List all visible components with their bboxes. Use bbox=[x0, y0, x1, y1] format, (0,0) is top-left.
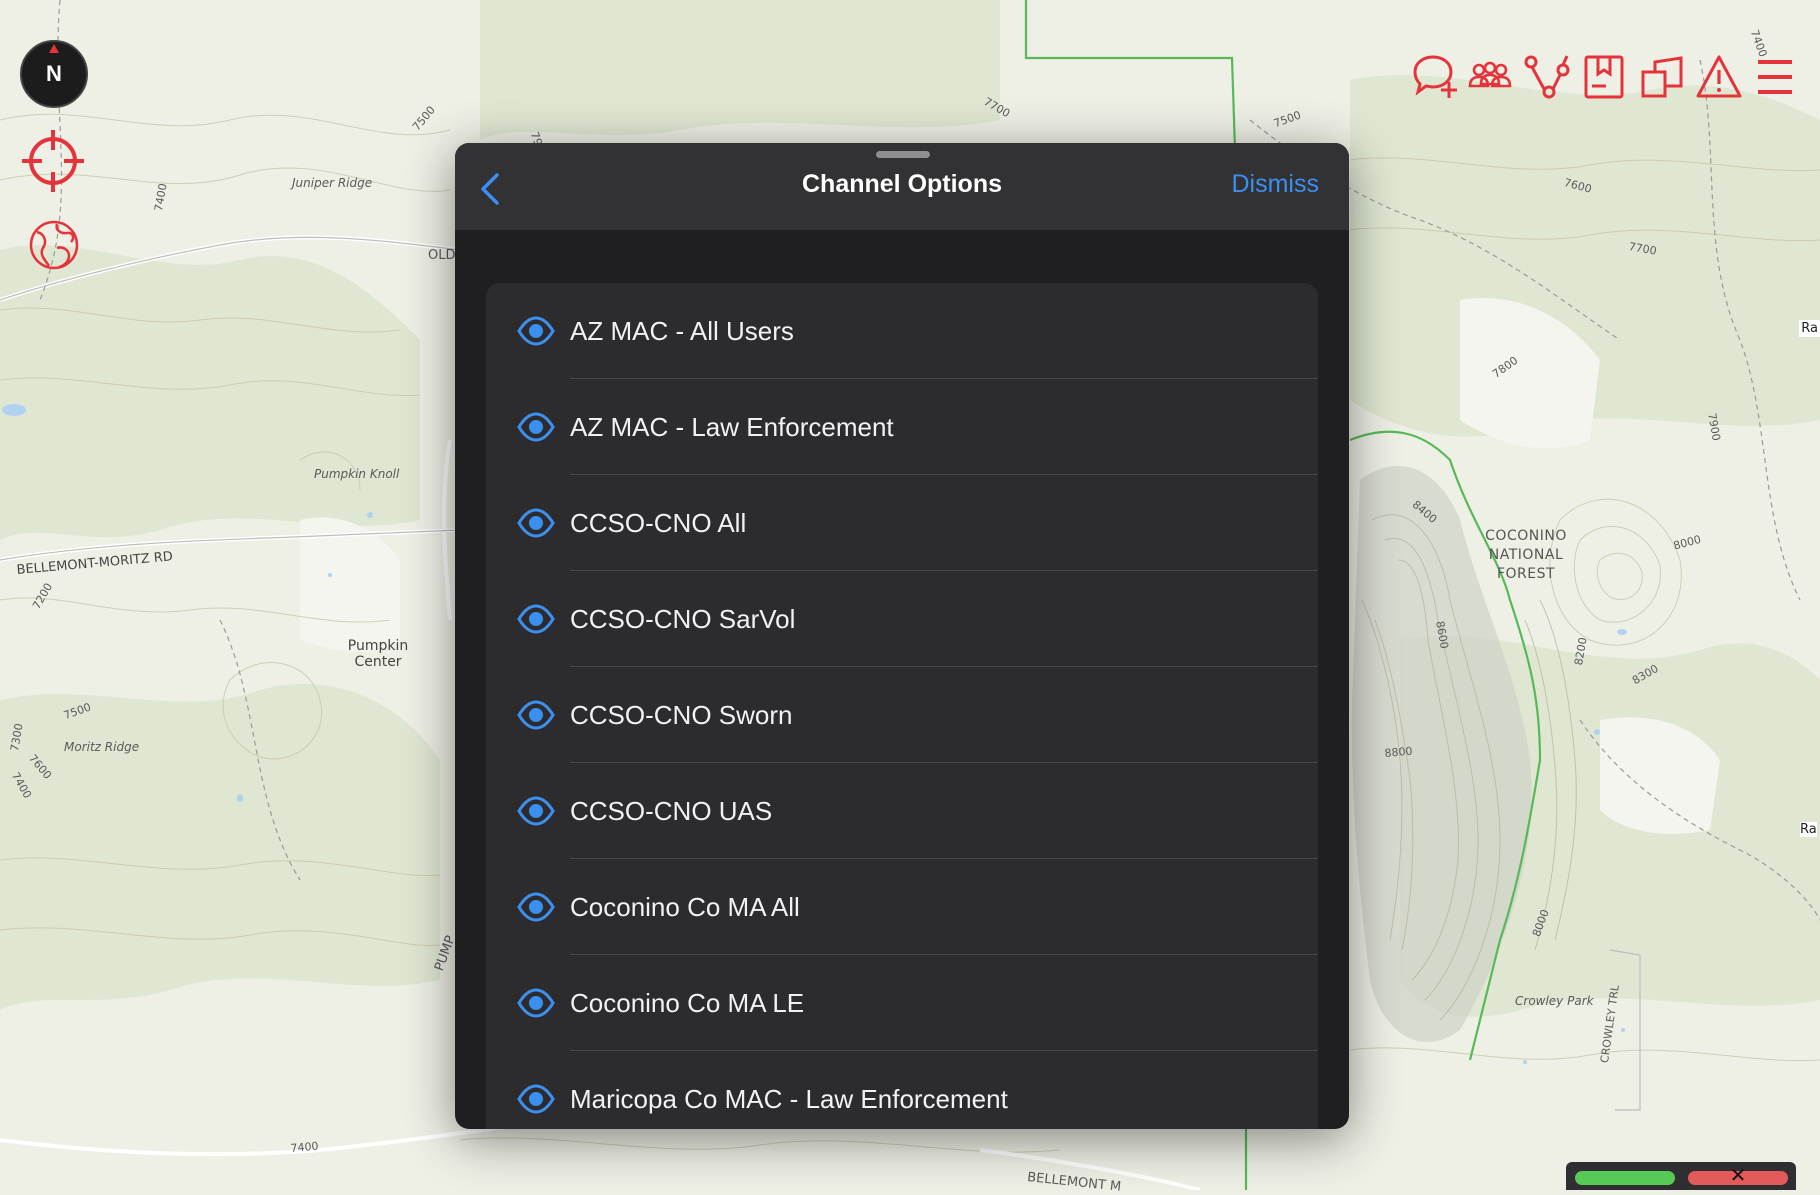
channel-row[interactable]: AZ MAC - All Users bbox=[486, 283, 1318, 379]
data-package-button[interactable] bbox=[1580, 52, 1630, 102]
channel-options-sheet: Channel Options Dismiss AZ MAC - All Use… bbox=[455, 143, 1349, 1129]
top-toolbar bbox=[1404, 52, 1820, 102]
channel-list: AZ MAC - All Users AZ MAC - Law Enforcem… bbox=[486, 283, 1318, 1129]
map-label-pumpkin-center-line1: Pumpkin bbox=[347, 638, 409, 654]
eye-icon[interactable] bbox=[517, 604, 555, 634]
channel-row[interactable]: CCSO-CNO SarVol bbox=[486, 571, 1318, 667]
sheet-title: Channel Options bbox=[802, 170, 1002, 198]
channel-label: Coconino Co MA LE bbox=[570, 988, 805, 1018]
channel-row[interactable]: Coconino Co MA LE bbox=[486, 955, 1318, 1051]
channel-label: Coconino Co MA All bbox=[570, 892, 800, 922]
group-people-icon bbox=[1468, 61, 1512, 88]
eye-icon[interactable] bbox=[517, 892, 555, 922]
menu-button[interactable] bbox=[1751, 52, 1801, 102]
hamburger-menu-icon bbox=[1758, 60, 1792, 94]
sheet-grabber-handle[interactable] bbox=[876, 151, 930, 158]
map-label-edge-right: Ra bbox=[1799, 320, 1820, 337]
dismiss-button[interactable]: Dismiss bbox=[1232, 170, 1320, 199]
map-label-coconino-line2: NATIONAL bbox=[1488, 547, 1564, 563]
channel-label: CCSO-CNO Sworn bbox=[570, 700, 793, 730]
elevation-label: 7400 bbox=[290, 1139, 320, 1155]
eye-icon[interactable] bbox=[517, 1084, 555, 1114]
compass-label: N bbox=[46, 61, 62, 86]
elevation-label: 8800 bbox=[1384, 744, 1414, 760]
package-icon bbox=[1584, 55, 1624, 99]
map-label-pumpkin-center: Pumpkin Center bbox=[338, 638, 418, 670]
eye-icon[interactable] bbox=[517, 412, 555, 442]
eye-icon[interactable] bbox=[517, 796, 555, 826]
overlays-button[interactable] bbox=[1637, 52, 1687, 102]
map-label-juniper-ridge: Juniper Ridge bbox=[292, 176, 373, 190]
channel-row[interactable]: CCSO-CNO All bbox=[486, 475, 1318, 571]
eye-icon[interactable] bbox=[517, 988, 555, 1018]
eye-icon[interactable] bbox=[517, 508, 555, 538]
layers-overlay-icon bbox=[1641, 56, 1683, 98]
route-button[interactable] bbox=[1523, 52, 1573, 102]
channel-label: CCSO-CNO SarVol bbox=[570, 604, 796, 634]
map-label-pumpkin-center-line2: Center bbox=[354, 654, 402, 670]
map-label-coconino-line3: FOREST bbox=[1496, 566, 1556, 582]
crosshair-icon bbox=[22, 130, 84, 192]
channel-label: AZ MAC - Law Enforcement bbox=[570, 412, 894, 442]
channel-row[interactable]: CCSO-CNO UAS bbox=[486, 763, 1318, 859]
warning-triangle-icon bbox=[1696, 55, 1742, 98]
route-icon bbox=[1524, 55, 1570, 99]
channel-row[interactable]: CCSO-CNO Sworn bbox=[486, 667, 1318, 763]
globe-layers-button[interactable] bbox=[27, 218, 81, 272]
map-label-old: OLD bbox=[428, 248, 456, 263]
map-label-pumpkin-knoll: Pumpkin Knoll bbox=[314, 467, 400, 481]
sheet-header: Channel Options Dismiss bbox=[455, 143, 1349, 230]
channel-row[interactable]: Coconino Co MA All bbox=[486, 859, 1318, 955]
map-label-moritz-ridge: Moritz Ridge bbox=[64, 740, 140, 754]
map-label-crowley-park: Crowley Park bbox=[1515, 994, 1594, 1008]
compass-button[interactable]: N bbox=[20, 40, 88, 108]
contacts-button[interactable] bbox=[1465, 52, 1515, 102]
status-close-icon[interactable]: ✕ bbox=[1726, 1164, 1750, 1188]
locate-me-button[interactable] bbox=[20, 128, 86, 194]
status-connected-indicator bbox=[1575, 1171, 1675, 1185]
connection-status-bar[interactable]: ✕ bbox=[1566, 1162, 1796, 1190]
channel-label: CCSO-CNO UAS bbox=[570, 796, 773, 826]
channel-label: AZ MAC - All Users bbox=[570, 316, 794, 346]
back-button[interactable] bbox=[469, 167, 513, 211]
channel-label: Maricopa Co MAC - Law Enforcement bbox=[570, 1084, 1008, 1114]
globe-icon bbox=[29, 220, 79, 270]
eye-icon[interactable] bbox=[517, 316, 555, 346]
map-label-edge-right-2: Ra bbox=[1800, 822, 1817, 837]
chevron-left-icon bbox=[481, 173, 499, 205]
map-label-coconino-forest: COCONINO NATIONAL FOREST bbox=[1471, 527, 1581, 584]
channel-label: CCSO-CNO All bbox=[570, 508, 747, 538]
channel-row[interactable]: AZ MAC - Law Enforcement bbox=[486, 379, 1318, 475]
alert-button[interactable] bbox=[1694, 52, 1744, 102]
eye-icon[interactable] bbox=[517, 700, 555, 730]
add-chat-button[interactable] bbox=[1409, 52, 1459, 102]
chat-bubble-plus-icon bbox=[1413, 55, 1457, 98]
map-label-coconino-line1: COCONINO bbox=[1485, 528, 1567, 544]
channel-row[interactable]: Maricopa Co MAC - Law Enforcement bbox=[486, 1051, 1318, 1129]
